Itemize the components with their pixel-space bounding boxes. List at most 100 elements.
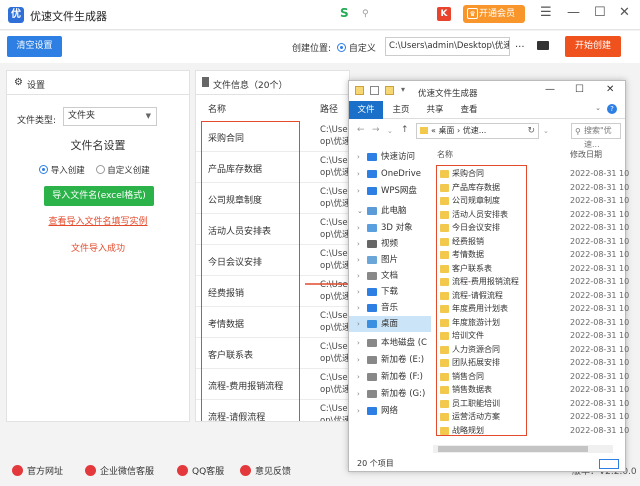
pin-icon[interactable]: ⚲ (362, 9, 369, 19)
tree-item[interactable]: › 文档 (349, 268, 431, 284)
col-name-header[interactable]: 名称 (437, 149, 453, 160)
row-path-line1: C:\Use (320, 404, 348, 414)
new-folder-icon[interactable] (385, 86, 394, 95)
help-icon[interactable]: ? (607, 104, 617, 114)
folder-icon (420, 127, 428, 134)
search-icon: ⚲ (575, 127, 581, 136)
search-input[interactable]: ⚲ 搜索"优速... (571, 123, 621, 149)
tree-item[interactable]: ⌄ 此电脑 (349, 203, 431, 219)
chevron-icon[interactable]: ⌄ (357, 203, 363, 219)
app-logo-icon: 优 (8, 7, 24, 23)
tree-item[interactable]: › OneDrive (349, 166, 431, 182)
tree-item[interactable]: › 新加卷 (F:) (349, 369, 431, 385)
row-path: C:\Use op\优速 (320, 124, 349, 148)
custom-create-radio[interactable]: 自定义创建 (95, 165, 150, 176)
qq-icon (177, 465, 188, 476)
col-date-header[interactable]: 修改日期 (570, 149, 602, 160)
chevron-icon[interactable]: › (357, 268, 360, 284)
details-view-icon[interactable] (599, 459, 619, 469)
maximize-icon[interactable]: ☐ (575, 84, 584, 95)
wechat-icon (85, 465, 96, 476)
wechat-service-link[interactable]: 企业微信客服 (85, 464, 154, 477)
tree-item[interactable]: › 新加卷 (E:) (349, 352, 431, 368)
tree-item[interactable]: › 本地磁盘 (C (349, 335, 431, 351)
file-date: 2022-08-31 10 (570, 304, 630, 313)
import-status: 文件导入成功 (70, 244, 125, 254)
minimize-icon[interactable]: — (545, 84, 555, 95)
example-link[interactable]: 查看导入文件名填写实例 (7, 214, 189, 227)
promo-icon[interactable]: K (437, 7, 451, 21)
tab-file[interactable]: 文件 (349, 101, 383, 119)
scrollbar-thumb[interactable] (438, 446, 588, 452)
tree-item[interactable]: › 快速访问 (349, 149, 431, 165)
horizontal-scrollbar[interactable] (433, 445, 613, 453)
chevron-icon[interactable]: › (357, 300, 360, 316)
tree-item[interactable]: › 3D 对象 (349, 220, 431, 236)
tab-home[interactable]: 主页 (389, 101, 413, 119)
refresh-icon[interactable]: ↻ (527, 124, 535, 138)
chevron-icon[interactable]: › (357, 352, 360, 368)
maximize-icon[interactable]: ☐ (594, 5, 606, 20)
chevron-icon[interactable]: › (357, 403, 360, 419)
file-type-select[interactable]: 文件夹 ▼ (63, 107, 157, 126)
import-create-radio[interactable]: 导入创建 (39, 165, 85, 176)
chevron-icon[interactable]: › (357, 252, 360, 268)
radio-dot-icon (337, 43, 346, 52)
row-path: C:\Use op\优速 (320, 248, 349, 272)
address-input[interactable]: « 桌面 › 优速... ↻ (416, 123, 539, 139)
minimize-icon[interactable]: — (567, 5, 580, 20)
menu-icon[interactable]: ☰ (540, 5, 552, 20)
chevron-icon[interactable]: › (357, 183, 360, 199)
up-icon[interactable]: ↑ (401, 125, 409, 135)
browse-button[interactable]: ... (515, 39, 525, 50)
settings-header: ⚙ 设置 (7, 71, 189, 95)
chevron-icon[interactable]: › (357, 316, 360, 332)
tree-item[interactable]: › WPS网盘 (349, 183, 431, 199)
tab-share[interactable]: 共享 (423, 101, 447, 119)
chevron-icon[interactable]: › (357, 149, 360, 165)
file-info-title: 文件信息（20个） (213, 81, 288, 91)
feedback-label: 意见反馈 (255, 467, 292, 477)
tree-item[interactable]: › 下载 (349, 284, 431, 300)
file-info-panel: 文件信息（20个） 名称 路径 采购合同 C:\Use op\优速 产品库存数据 C:\… (195, 70, 350, 422)
tree-item[interactable]: › 桌面 (349, 316, 431, 332)
tree-item[interactable]: › 视频 (349, 236, 431, 252)
qq-service-link[interactable]: QQ客服 (177, 464, 224, 477)
tab-view[interactable]: 查看 (457, 101, 481, 119)
recent-dropdown-icon[interactable]: ⌄ (387, 127, 393, 135)
open-folder-icon[interactable] (537, 41, 549, 50)
location-path-input[interactable]: C:\Users\admin\Desktop\优速 (385, 37, 510, 56)
start-create-button[interactable]: 开始创建 (565, 36, 621, 57)
tree-item[interactable]: › 网络 (349, 403, 431, 419)
chevron-icon[interactable]: › (357, 335, 360, 351)
file-info-header: 文件信息（20个） (196, 71, 349, 95)
row-path-line1: C:\Use (320, 187, 348, 197)
row-path-line2: op\优速 (320, 230, 350, 240)
properties-icon[interactable] (370, 86, 379, 95)
close-icon[interactable]: ✕ (619, 5, 630, 20)
tree-item[interactable]: › 音乐 (349, 300, 431, 316)
vip-button[interactable]: ♛ 开通会员 (463, 5, 525, 23)
item-count: 20 个项目 (357, 459, 394, 468)
quick-access-dropdown-icon[interactable]: ▾ (401, 85, 410, 94)
close-icon[interactable]: ✕ (606, 84, 614, 95)
address-dropdown-icon[interactable]: ⌄ (543, 127, 549, 135)
tree-item-icon (367, 373, 377, 381)
chevron-icon[interactable]: › (357, 386, 360, 402)
chevron-icon[interactable]: › (357, 236, 360, 252)
import-filenames-button[interactable]: 导入文件名(excel格式) (44, 186, 154, 206)
back-icon[interactable]: ← (357, 125, 365, 135)
tree-item[interactable]: › 图片 (349, 252, 431, 268)
forward-icon[interactable]: → (372, 125, 380, 135)
expand-ribbon-icon[interactable]: ⌄ (595, 104, 601, 112)
clear-settings-button[interactable]: 清空设置 (7, 36, 62, 57)
feedback-link[interactable]: 意见反馈 (240, 464, 291, 477)
official-site-link[interactable]: 官方网址 (12, 464, 63, 477)
chevron-icon[interactable]: › (357, 369, 360, 385)
chevron-icon[interactable]: › (357, 220, 360, 236)
tree-item[interactable]: › 新加卷 (G:) (349, 386, 431, 402)
chevron-icon[interactable]: › (357, 166, 360, 182)
location-custom-radio[interactable]: 自定义 (337, 41, 376, 54)
file-date: 2022-08-31 10 (570, 196, 630, 205)
chevron-icon[interactable]: › (357, 284, 360, 300)
